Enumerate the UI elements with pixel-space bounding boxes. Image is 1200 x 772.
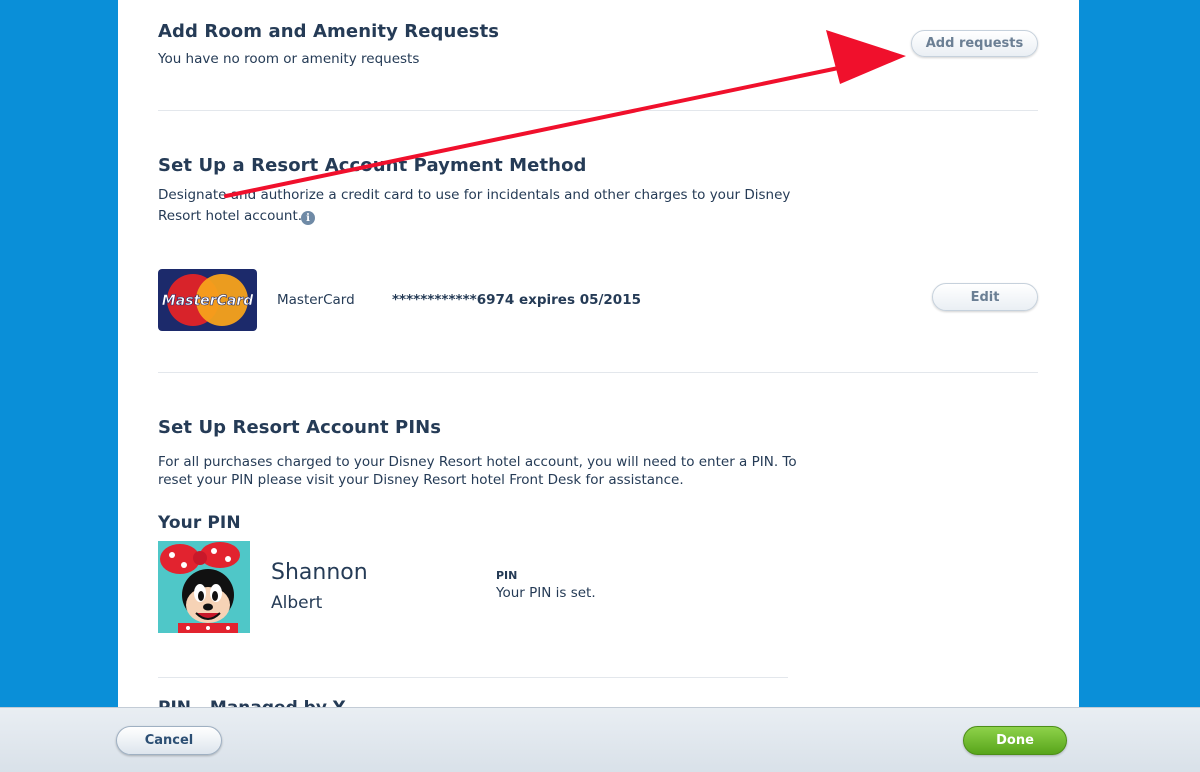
payment-method-description-cont: Resort hotel account. <box>158 208 303 224</box>
add-requests-button[interactable]: Add requests <box>911 30 1038 57</box>
mastercard-logo: MasterCard <box>158 269 257 331</box>
amenity-requests-title: Add Room and Amenity Requests <box>158 21 500 42</box>
card-number: ************6974 expires 05/2015 <box>392 292 641 308</box>
done-button[interactable]: Done <box>963 726 1067 755</box>
minnie-mouse-avatar <box>158 541 250 633</box>
pins-title: Set Up Resort Account PINs <box>158 417 442 438</box>
cancel-button[interactable]: Cancel <box>116 726 222 755</box>
mastercard-logo-text: MasterCard <box>162 293 254 309</box>
pins-description-cont: reset your PIN please visit your Disney … <box>158 472 684 488</box>
section-divider <box>158 372 1038 373</box>
section-divider <box>158 677 788 678</box>
amenity-requests-subtitle: You have no room or amenity requests <box>158 51 420 67</box>
mastercard-logo-graphic: MasterCard <box>161 274 255 326</box>
payment-method-description: Designate and authorize a credit card to… <box>158 187 791 203</box>
payment-method-title: Set Up a Resort Account Payment Method <box>158 155 587 176</box>
your-pin-heading: Your PIN <box>158 513 241 533</box>
pin-status: Your PIN is set. <box>496 585 596 601</box>
info-icon[interactable]: i <box>301 211 315 225</box>
content-panel <box>118 0 1079 771</box>
card-name: MasterCard <box>277 292 355 308</box>
guest-first-name: Shannon <box>271 560 368 585</box>
guest-last-name: Albert <box>271 593 323 613</box>
pin-label: PIN <box>496 569 518 582</box>
section-divider <box>158 110 1038 111</box>
edit-card-button[interactable]: Edit <box>932 283 1038 311</box>
minnie-mouse-graphic <box>158 541 250 633</box>
